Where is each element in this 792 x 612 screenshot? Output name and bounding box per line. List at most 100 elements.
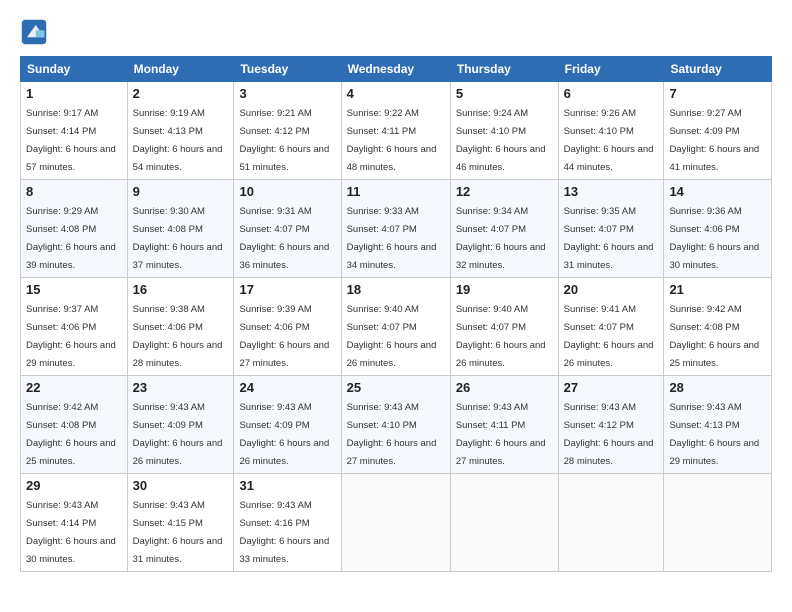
day-info: Sunrise: 9:38 AMSunset: 4:06 PMDaylight:… <box>133 304 223 369</box>
day-info: Sunrise: 9:40 AMSunset: 4:07 PMDaylight:… <box>456 304 546 369</box>
calendar-cell: 4 Sunrise: 9:22 AMSunset: 4:11 PMDayligh… <box>341 82 450 180</box>
day-number: 24 <box>239 380 335 395</box>
day-info: Sunrise: 9:43 AMSunset: 4:09 PMDaylight:… <box>239 402 329 467</box>
day-number: 10 <box>239 184 335 199</box>
calendar-cell: 16 Sunrise: 9:38 AMSunset: 4:06 PMDaylig… <box>127 278 234 376</box>
day-number: 21 <box>669 282 766 297</box>
day-info: Sunrise: 9:43 AMSunset: 4:16 PMDaylight:… <box>239 500 329 565</box>
calendar-cell: 10 Sunrise: 9:31 AMSunset: 4:07 PMDaylig… <box>234 180 341 278</box>
calendar-week-2: 8 Sunrise: 9:29 AMSunset: 4:08 PMDayligh… <box>21 180 772 278</box>
calendar-cell: 5 Sunrise: 9:24 AMSunset: 4:10 PMDayligh… <box>450 82 558 180</box>
day-info: Sunrise: 9:39 AMSunset: 4:06 PMDaylight:… <box>239 304 329 369</box>
weekday-header-friday: Friday <box>558 57 664 82</box>
calendar-cell: 2 Sunrise: 9:19 AMSunset: 4:13 PMDayligh… <box>127 82 234 180</box>
calendar-cell: 18 Sunrise: 9:40 AMSunset: 4:07 PMDaylig… <box>341 278 450 376</box>
calendar-cell: 29 Sunrise: 9:43 AMSunset: 4:14 PMDaylig… <box>21 474 128 572</box>
day-number: 16 <box>133 282 229 297</box>
day-info: Sunrise: 9:26 AMSunset: 4:10 PMDaylight:… <box>564 108 654 173</box>
calendar-cell: 22 Sunrise: 9:42 AMSunset: 4:08 PMDaylig… <box>21 376 128 474</box>
calendar-week-1: 1 Sunrise: 9:17 AMSunset: 4:14 PMDayligh… <box>21 82 772 180</box>
weekday-header-saturday: Saturday <box>664 57 772 82</box>
calendar-cell: 7 Sunrise: 9:27 AMSunset: 4:09 PMDayligh… <box>664 82 772 180</box>
day-info: Sunrise: 9:40 AMSunset: 4:07 PMDaylight:… <box>347 304 437 369</box>
day-number: 26 <box>456 380 553 395</box>
day-number: 15 <box>26 282 122 297</box>
weekday-header-wednesday: Wednesday <box>341 57 450 82</box>
day-number: 23 <box>133 380 229 395</box>
day-info: Sunrise: 9:33 AMSunset: 4:07 PMDaylight:… <box>347 206 437 271</box>
logo-icon <box>20 18 48 46</box>
day-number: 13 <box>564 184 659 199</box>
day-info: Sunrise: 9:29 AMSunset: 4:08 PMDaylight:… <box>26 206 116 271</box>
calendar-cell: 20 Sunrise: 9:41 AMSunset: 4:07 PMDaylig… <box>558 278 664 376</box>
day-number: 9 <box>133 184 229 199</box>
day-info: Sunrise: 9:27 AMSunset: 4:09 PMDaylight:… <box>669 108 759 173</box>
calendar-cell: 23 Sunrise: 9:43 AMSunset: 4:09 PMDaylig… <box>127 376 234 474</box>
calendar-cell: 24 Sunrise: 9:43 AMSunset: 4:09 PMDaylig… <box>234 376 341 474</box>
calendar-cell: 15 Sunrise: 9:37 AMSunset: 4:06 PMDaylig… <box>21 278 128 376</box>
day-info: Sunrise: 9:30 AMSunset: 4:08 PMDaylight:… <box>133 206 223 271</box>
calendar-week-3: 15 Sunrise: 9:37 AMSunset: 4:06 PMDaylig… <box>21 278 772 376</box>
day-number: 4 <box>347 86 445 101</box>
day-info: Sunrise: 9:43 AMSunset: 4:10 PMDaylight:… <box>347 402 437 467</box>
calendar-cell: 13 Sunrise: 9:35 AMSunset: 4:07 PMDaylig… <box>558 180 664 278</box>
calendar-cell: 19 Sunrise: 9:40 AMSunset: 4:07 PMDaylig… <box>450 278 558 376</box>
calendar-cell: 11 Sunrise: 9:33 AMSunset: 4:07 PMDaylig… <box>341 180 450 278</box>
day-info: Sunrise: 9:24 AMSunset: 4:10 PMDaylight:… <box>456 108 546 173</box>
weekday-header-tuesday: Tuesday <box>234 57 341 82</box>
calendar-page: SundayMondayTuesdayWednesdayThursdayFrid… <box>0 0 792 612</box>
weekday-header-monday: Monday <box>127 57 234 82</box>
calendar-cell <box>558 474 664 572</box>
calendar-cell <box>450 474 558 572</box>
calendar-cell: 17 Sunrise: 9:39 AMSunset: 4:06 PMDaylig… <box>234 278 341 376</box>
day-info: Sunrise: 9:43 AMSunset: 4:11 PMDaylight:… <box>456 402 546 467</box>
day-number: 3 <box>239 86 335 101</box>
day-number: 27 <box>564 380 659 395</box>
day-number: 11 <box>347 184 445 199</box>
day-number: 28 <box>669 380 766 395</box>
day-info: Sunrise: 9:43 AMSunset: 4:13 PMDaylight:… <box>669 402 759 467</box>
calendar-cell: 30 Sunrise: 9:43 AMSunset: 4:15 PMDaylig… <box>127 474 234 572</box>
day-number: 18 <box>347 282 445 297</box>
day-number: 20 <box>564 282 659 297</box>
calendar-cell <box>664 474 772 572</box>
calendar-table: SundayMondayTuesdayWednesdayThursdayFrid… <box>20 56 772 572</box>
day-info: Sunrise: 9:17 AMSunset: 4:14 PMDaylight:… <box>26 108 116 173</box>
day-number: 25 <box>347 380 445 395</box>
calendar-week-5: 29 Sunrise: 9:43 AMSunset: 4:14 PMDaylig… <box>21 474 772 572</box>
day-info: Sunrise: 9:22 AMSunset: 4:11 PMDaylight:… <box>347 108 437 173</box>
day-number: 6 <box>564 86 659 101</box>
day-number: 31 <box>239 478 335 493</box>
day-info: Sunrise: 9:21 AMSunset: 4:12 PMDaylight:… <box>239 108 329 173</box>
calendar-cell: 6 Sunrise: 9:26 AMSunset: 4:10 PMDayligh… <box>558 82 664 180</box>
day-info: Sunrise: 9:31 AMSunset: 4:07 PMDaylight:… <box>239 206 329 271</box>
day-number: 5 <box>456 86 553 101</box>
calendar-cell: 26 Sunrise: 9:43 AMSunset: 4:11 PMDaylig… <box>450 376 558 474</box>
calendar-cell: 14 Sunrise: 9:36 AMSunset: 4:06 PMDaylig… <box>664 180 772 278</box>
day-info: Sunrise: 9:43 AMSunset: 4:09 PMDaylight:… <box>133 402 223 467</box>
calendar-cell: 9 Sunrise: 9:30 AMSunset: 4:08 PMDayligh… <box>127 180 234 278</box>
day-info: Sunrise: 9:41 AMSunset: 4:07 PMDaylight:… <box>564 304 654 369</box>
calendar-cell: 3 Sunrise: 9:21 AMSunset: 4:12 PMDayligh… <box>234 82 341 180</box>
day-number: 22 <box>26 380 122 395</box>
day-info: Sunrise: 9:37 AMSunset: 4:06 PMDaylight:… <box>26 304 116 369</box>
day-number: 1 <box>26 86 122 101</box>
logo <box>20 18 52 46</box>
day-number: 2 <box>133 86 229 101</box>
day-info: Sunrise: 9:43 AMSunset: 4:12 PMDaylight:… <box>564 402 654 467</box>
day-info: Sunrise: 9:43 AMSunset: 4:14 PMDaylight:… <box>26 500 116 565</box>
day-number: 30 <box>133 478 229 493</box>
calendar-cell: 31 Sunrise: 9:43 AMSunset: 4:16 PMDaylig… <box>234 474 341 572</box>
day-info: Sunrise: 9:36 AMSunset: 4:06 PMDaylight:… <box>669 206 759 271</box>
day-info: Sunrise: 9:19 AMSunset: 4:13 PMDaylight:… <box>133 108 223 173</box>
day-number: 8 <box>26 184 122 199</box>
day-info: Sunrise: 9:35 AMSunset: 4:07 PMDaylight:… <box>564 206 654 271</box>
day-info: Sunrise: 9:43 AMSunset: 4:15 PMDaylight:… <box>133 500 223 565</box>
day-info: Sunrise: 9:42 AMSunset: 4:08 PMDaylight:… <box>26 402 116 467</box>
calendar-cell: 25 Sunrise: 9:43 AMSunset: 4:10 PMDaylig… <box>341 376 450 474</box>
calendar-cell: 8 Sunrise: 9:29 AMSunset: 4:08 PMDayligh… <box>21 180 128 278</box>
day-number: 19 <box>456 282 553 297</box>
calendar-week-4: 22 Sunrise: 9:42 AMSunset: 4:08 PMDaylig… <box>21 376 772 474</box>
calendar-cell: 12 Sunrise: 9:34 AMSunset: 4:07 PMDaylig… <box>450 180 558 278</box>
calendar-cell: 28 Sunrise: 9:43 AMSunset: 4:13 PMDaylig… <box>664 376 772 474</box>
